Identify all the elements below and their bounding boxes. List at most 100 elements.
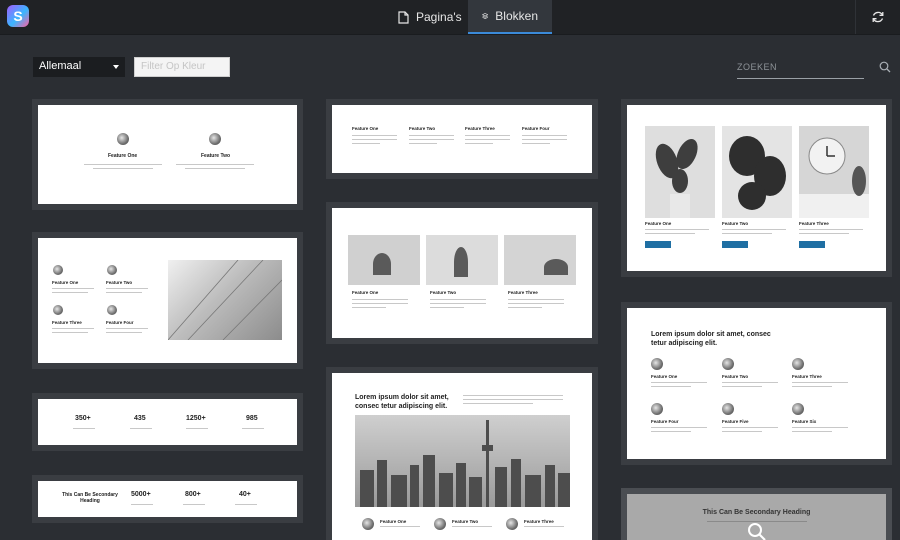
feature-title: Feature Three <box>52 320 82 325</box>
cta-button <box>645 241 671 248</box>
zoom-icon[interactable] <box>747 522 767 540</box>
tab-blocks[interactable]: Blokken <box>468 0 552 34</box>
feature-title: Feature Five <box>722 419 749 424</box>
plant-image <box>426 235 498 285</box>
feature-title: Feature One <box>352 290 379 295</box>
text-line <box>463 403 533 405</box>
feature-title: Feature Three <box>792 374 822 379</box>
text-line <box>792 427 848 429</box>
search-icon[interactable] <box>879 61 891 73</box>
block-card-features-six[interactable]: Lorem ipsum dolor sit amet, consec tetur… <box>621 302 892 465</box>
feature-title: Feature One <box>108 153 138 159</box>
block-card-features-text[interactable]: Feature One Feature Two Feature Three Fe… <box>326 99 598 179</box>
text-line <box>722 427 778 429</box>
hero-heading: Lorem ipsum dolor sit amet, consec tetur… <box>355 394 449 410</box>
feature-title: Feature Three <box>799 221 829 226</box>
secondary-heading: This Can Be Secondary Heading <box>62 492 118 504</box>
text-line <box>352 139 397 141</box>
text-line <box>106 288 148 290</box>
stat-value: 435 <box>134 415 146 422</box>
text-line <box>73 428 95 430</box>
text-line <box>52 328 94 330</box>
text-line <box>430 299 486 301</box>
text-line <box>93 168 153 170</box>
feature-icon <box>722 403 734 415</box>
feature-icon <box>792 403 804 415</box>
secondary-heading: This Can Be Secondary Heading <box>702 509 811 516</box>
text-line <box>508 299 564 301</box>
text-line <box>463 399 563 401</box>
section-heading: Lorem ipsum dolor sit amet, consec tetur… <box>651 331 771 347</box>
text-line <box>522 139 567 141</box>
plant-image <box>645 126 715 218</box>
feature-title: Feature One <box>651 374 678 379</box>
stat-value: 40+ <box>239 491 251 498</box>
page-icon <box>398 10 409 24</box>
block-card-stats[interactable]: 350+ 435 1250+ 985 <box>32 393 303 451</box>
text-line <box>465 135 510 137</box>
text-line <box>183 504 205 506</box>
plant-leaf <box>454 247 468 277</box>
architecture-image <box>167 259 283 341</box>
feature-title: Feature Two <box>201 153 231 159</box>
block-preview: Feature One Feature Two Feature Three <box>332 208 592 338</box>
text-line <box>380 526 420 528</box>
block-card-feature-cards[interactable]: Feature One Feature Two Feature Three <box>621 99 892 277</box>
category-select[interactable]: Allemaal <box>33 57 125 77</box>
feature-title: Feature One <box>380 519 407 524</box>
stat-value: 800+ <box>185 491 201 498</box>
text-line <box>52 332 88 334</box>
text-line <box>352 135 397 137</box>
feature-title: Feature One <box>52 280 79 285</box>
feature-title: Feature Four <box>651 419 679 424</box>
text-line <box>522 135 567 137</box>
block-card-features-two[interactable]: Feature One Feature Two <box>32 99 303 210</box>
feature-title: Feature One <box>645 221 672 226</box>
tab-pages[interactable]: Pagina's <box>384 0 476 34</box>
block-preview: Feature One Feature Two Feature Three Fe… <box>38 238 297 363</box>
plant-image <box>504 235 576 285</box>
block-card-features-four-image[interactable]: Feature One Feature Two Feature Three Fe… <box>32 232 303 369</box>
text-line <box>52 292 88 294</box>
stat-value: 5000+ <box>131 491 151 498</box>
text-line <box>235 504 257 506</box>
refresh-button[interactable] <box>855 0 900 34</box>
text-line <box>84 164 162 166</box>
block-card-secondary-heading[interactable]: This Can Be Secondary Heading <box>621 488 892 540</box>
feature-title: Feature Two <box>722 374 749 379</box>
text-line <box>352 307 386 309</box>
category-select-value: Allemaal <box>39 60 82 72</box>
city-skyline-image <box>355 415 570 507</box>
text-line <box>409 139 454 141</box>
feature-title: Feature Two <box>722 221 749 226</box>
text-line <box>463 395 563 397</box>
stat-value: 350+ <box>75 415 91 422</box>
text-line <box>430 303 486 305</box>
feature-title: Feature Two <box>430 290 457 295</box>
block-preview: This Can Be Secondary Heading 5000+ 800+… <box>38 481 297 517</box>
text-line <box>185 168 245 170</box>
color-filter-input[interactable]: Filter Op Kleur <box>134 57 230 77</box>
caret-down-icon <box>113 65 119 69</box>
monstera-image <box>722 126 792 218</box>
text-line <box>792 431 832 433</box>
text-line <box>106 292 142 294</box>
feature-title: Feature Two <box>409 126 436 131</box>
text-line <box>508 303 564 305</box>
feature-icon <box>53 305 63 315</box>
block-card-feature-images[interactable]: Feature One Feature Two Feature Three <box>326 202 598 344</box>
text-line <box>409 143 437 145</box>
text-line <box>106 328 148 330</box>
text-line <box>722 386 762 388</box>
block-card-city-hero[interactable]: Lorem ipsum dolor sit amet, consec tetur… <box>326 367 598 540</box>
block-card-heading-stats[interactable]: This Can Be Secondary Heading 5000+ 800+… <box>32 475 303 523</box>
feature-title: Feature Four <box>522 126 550 131</box>
cta-button <box>799 241 825 248</box>
app-logo[interactable]: S <box>7 5 29 27</box>
refresh-icon <box>872 11 884 23</box>
feature-icon <box>107 305 117 315</box>
clock-image <box>799 126 869 218</box>
search-input[interactable]: ZOEKEN <box>737 58 864 79</box>
feature-title: Feature Six <box>792 419 817 424</box>
feature-icon <box>651 358 663 370</box>
